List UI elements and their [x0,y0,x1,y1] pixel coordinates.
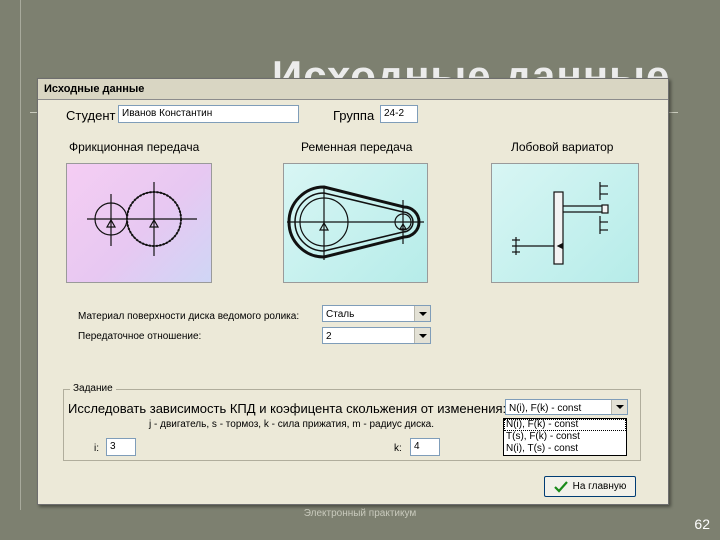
student-label: Студент [66,108,116,123]
friction-gear-picture[interactable] [66,163,212,283]
chevron-down-icon[interactable] [611,400,627,414]
material-select[interactable]: Сталь [322,305,431,322]
window-title: Исходные данные [38,79,668,100]
face-variator-picture[interactable] [491,163,639,283]
friction-gear-icon [87,182,197,256]
friction-label: Фрикционная передача [69,140,200,154]
home-button[interactable]: На главную [544,476,636,497]
checkmark-icon [553,480,568,493]
home-button-label: На главную [572,481,627,492]
task-option-3[interactable]: N(i), T(s) - const [504,443,626,455]
group-label: Группа [333,108,375,123]
ratio-label: Передаточное отношение: [78,331,202,342]
input-data-window: Исходные данные Студент Иванов Константи… [37,78,669,505]
material-select-value: Сталь [326,309,355,320]
task-legend: Задание [70,383,116,394]
task-select-value: N(i), F(k) - const [509,403,582,414]
i-label: i: [94,443,99,454]
k-input[interactable]: 4 [410,438,440,456]
face-variator-icon [512,182,609,265]
student-input[interactable]: Иванов Константин [118,105,299,123]
belt-drive-picture[interactable] [283,163,428,283]
footer-text: Электронный практикум [303,508,417,519]
task-text: Исследовать зависимость КПД и коэфицента… [68,401,507,416]
ratio-select[interactable]: 2 [322,327,431,344]
variator-label: Лобовой вариатор [511,140,614,154]
material-label: Материал поверхности диска ведомого роли… [78,311,300,322]
task-dropdown-list: N(i), F(k) - const T(s), F(k) - const N(… [503,418,627,456]
chevron-down-icon[interactable] [414,306,430,321]
i-input[interactable]: 3 [106,438,136,456]
task-option-1[interactable]: N(i), F(k) - const [504,419,626,431]
task-select[interactable]: N(i), F(k) - const [505,399,628,415]
ratio-select-value: 2 [326,331,332,342]
belt-label: Ременная передача [301,140,413,154]
group-input[interactable]: 24-2 [380,105,418,123]
chevron-down-icon[interactable] [414,328,430,343]
task-hint: j - двигатель, s - тормоз, k - сила приж… [149,419,435,430]
k-label: k: [394,443,402,454]
task-option-2[interactable]: T(s), F(k) - const [504,431,626,443]
page-number: 62 [694,516,710,532]
belt-drive-icon [287,185,424,260]
